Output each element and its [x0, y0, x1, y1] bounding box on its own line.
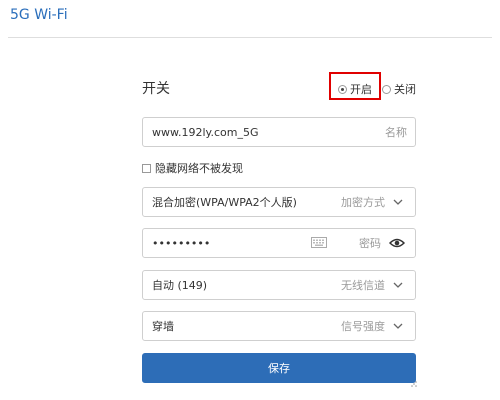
radio-on-indicator[interactable] [338, 84, 347, 94]
hide-network-checkbox[interactable]: 隐藏网络不被发现 [142, 160, 243, 176]
save-button[interactable]: 保存 [142, 353, 416, 383]
hide-network-label: 隐藏网络不被发现 [155, 162, 243, 175]
encryption-value: 混合加密(WPA/WPA2个人版) [152, 196, 297, 209]
page-title: 5G Wi-Fi [10, 7, 68, 23]
ssid-value[interactable]: www.192ly.com_5G [143, 126, 385, 139]
channel-select[interactable]: 自动 (149) 无线信道 [142, 270, 416, 300]
hide-network-box[interactable] [142, 163, 151, 173]
resize-grip-icon [411, 381, 417, 387]
encryption-select[interactable]: 混合加密(WPA/WPA2个人版) 加密方式 [142, 187, 416, 217]
ssid-hint: 名称 [385, 126, 407, 139]
radio-off[interactable]: 关闭 [382, 81, 416, 97]
encryption-hint: 加密方式 [341, 196, 385, 209]
signal-hint: 信号强度 [341, 320, 385, 333]
eye-icon[interactable] [389, 237, 405, 249]
password-field[interactable]: ••••••••• 密码 [142, 228, 416, 258]
channel-value: 自动 (149) [152, 279, 208, 292]
radio-on-label: 开启 [350, 83, 372, 96]
password-hint: 密码 [359, 237, 381, 250]
signal-value: 穿墙 [152, 320, 174, 333]
ssid-field[interactable]: www.192ly.com_5G 名称 [142, 117, 416, 147]
chevron-down-icon[interactable] [393, 280, 403, 290]
chevron-down-icon[interactable] [393, 197, 403, 207]
signal-strength-select[interactable]: 穿墙 信号强度 [142, 311, 416, 341]
switch-label: 开关 [142, 81, 170, 97]
radio-off-label: 关闭 [394, 83, 416, 96]
chevron-down-icon[interactable] [393, 321, 403, 331]
keyboard-icon[interactable] [311, 237, 327, 248]
title-divider [8, 37, 492, 38]
channel-hint: 无线信道 [341, 279, 385, 292]
radio-on[interactable]: 开启 [338, 81, 372, 97]
radio-off-indicator[interactable] [382, 84, 391, 94]
